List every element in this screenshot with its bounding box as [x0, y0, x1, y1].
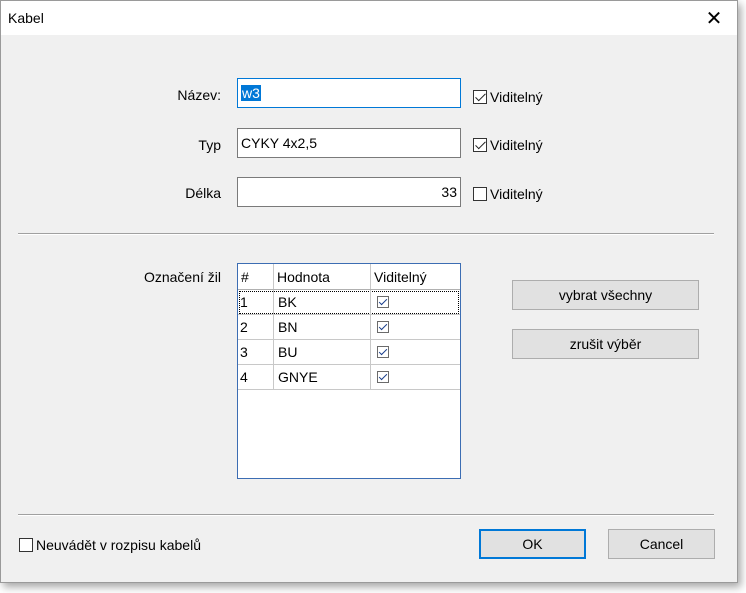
row-value[interactable]: BU: [274, 340, 371, 364]
length-visible-checkbox[interactable]: Viditelný: [473, 186, 543, 202]
type-visible-check: [473, 138, 487, 152]
row-value[interactable]: BN: [274, 315, 371, 339]
table-row[interactable]: 1 BK: [238, 290, 460, 315]
table-row[interactable]: 4 GNYE: [238, 365, 460, 390]
col-header-num[interactable]: #: [238, 264, 274, 289]
ok-button[interactable]: OK: [479, 529, 586, 559]
row-visible-checkbox[interactable]: [377, 371, 389, 383]
separator-bottom: [18, 514, 714, 516]
table-row[interactable]: 2 BN: [238, 315, 460, 340]
omit-from-list-checkbox[interactable]: Neuvádět v rozpisu kabelů: [19, 537, 201, 553]
grid-header: # Hodnota Viditelný: [238, 264, 460, 290]
deselect-button[interactable]: zrušit výběr: [512, 329, 699, 359]
row-num: 3: [238, 340, 274, 364]
type-input[interactable]: CYKY 4x2,5: [237, 128, 461, 158]
row-value[interactable]: BK: [274, 290, 371, 314]
kabel-dialog: Kabel ✕ Název: w3 Viditelný Typ CYKY 4x2…: [0, 0, 738, 583]
type-value: CYKY 4x2,5: [241, 135, 318, 151]
separator-top: [18, 233, 714, 235]
name-visible-label: Viditelný: [490, 89, 543, 105]
cancel-button[interactable]: Cancel: [608, 529, 715, 559]
name-label: Název:: [177, 87, 221, 103]
window-title: Kabel: [8, 10, 44, 26]
row-visible-checkbox[interactable]: [377, 296, 389, 308]
col-header-visible[interactable]: Viditelný: [371, 264, 460, 289]
type-label: Typ: [198, 137, 221, 153]
close-button[interactable]: ✕: [691, 1, 737, 35]
row-num: 2: [238, 315, 274, 339]
col-header-value[interactable]: Hodnota: [274, 264, 371, 289]
close-icon: ✕: [705, 7, 723, 30]
type-visible-label: Viditelný: [490, 137, 543, 153]
row-visible-checkbox[interactable]: [377, 346, 389, 358]
row-num: 4: [238, 365, 274, 389]
type-visible-checkbox[interactable]: Viditelný: [473, 137, 543, 153]
cores-grid[interactable]: # Hodnota Viditelný 1 BK 2 BN 3 BU 4 GNY…: [237, 263, 461, 479]
cores-label: Označení žil: [143, 269, 221, 285]
name-value: w3: [241, 85, 261, 101]
omit-label: Neuvádět v rozpisu kabelů: [36, 537, 201, 553]
omit-check: [19, 538, 33, 552]
select-all-button[interactable]: vybrat všechny: [512, 280, 699, 310]
title-bar: Kabel ✕: [1, 1, 737, 35]
name-visible-checkbox[interactable]: Viditelný: [473, 89, 543, 105]
row-visible-checkbox[interactable]: [377, 321, 389, 333]
name-visible-check: [473, 90, 487, 104]
row-value[interactable]: GNYE: [274, 365, 371, 389]
row-num: 1: [238, 290, 274, 314]
length-visible-check: [473, 187, 487, 201]
length-value: 33: [441, 184, 457, 200]
length-input[interactable]: 33: [237, 177, 461, 207]
table-row[interactable]: 3 BU: [238, 340, 460, 365]
length-visible-label: Viditelný: [490, 186, 543, 202]
length-label: Délka: [185, 185, 221, 201]
name-input[interactable]: w3: [237, 78, 461, 108]
